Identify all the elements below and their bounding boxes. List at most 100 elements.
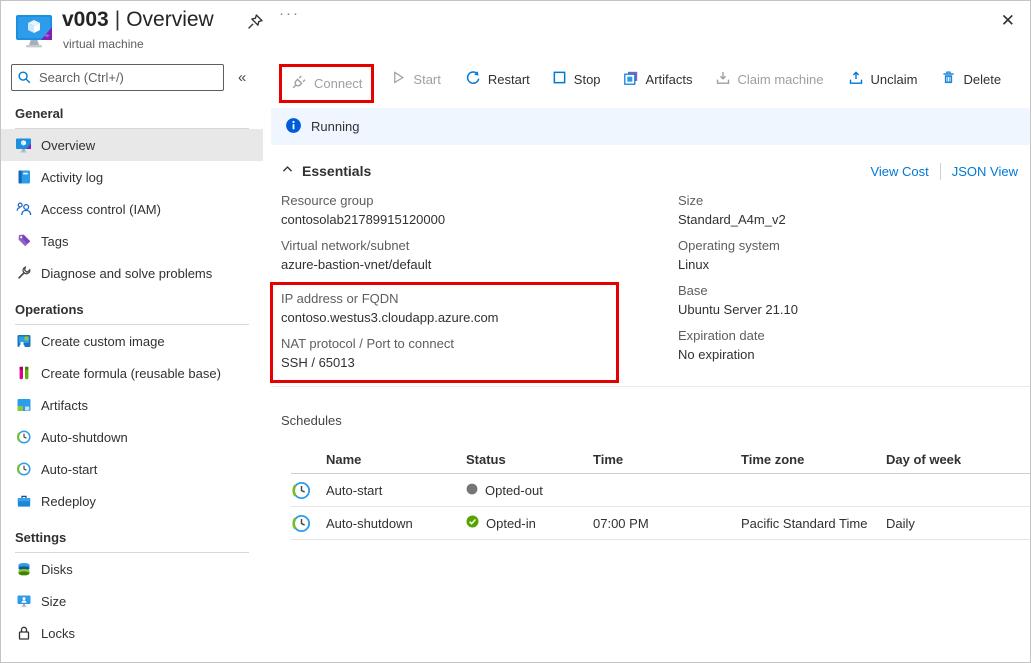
field-virtual-network: Virtual network/subnet azure-bastion-vne… — [281, 237, 678, 274]
schedules-header-row: Name Status Time Time zone Day of week — [291, 445, 1030, 474]
json-view-link[interactable]: JSON View — [952, 164, 1018, 179]
custom-image-icon — [15, 333, 32, 350]
search-box — [11, 64, 224, 91]
sidebar-item-auto-start[interactable]: Auto-start — [1, 453, 263, 485]
unclaim-icon — [848, 70, 864, 89]
sidebar-item-disks[interactable]: Disks — [1, 553, 263, 585]
ip-fqdn-value: contoso.westus3.cloudapp.azure.com — [281, 308, 608, 327]
essentials-divider — [271, 386, 1030, 387]
col-timezone: Time zone — [741, 452, 886, 467]
col-time: Time — [593, 452, 741, 467]
section-operations: Operations — [15, 289, 249, 325]
nat-protocol-value: SSH / 65013 — [281, 353, 608, 372]
col-day-of-week: Day of week — [886, 452, 1030, 467]
col-status: Status — [466, 452, 593, 467]
tags-icon — [15, 233, 32, 250]
virtual-machine-icon — [14, 12, 56, 55]
sidebar-item-access-control[interactable]: Access control (IAM) — [1, 193, 263, 225]
sidebar-item-activity-log[interactable]: Activity log — [1, 161, 263, 193]
field-expiration-date: Expiration date No expiration — [678, 327, 1030, 364]
overview-icon — [15, 137, 32, 154]
wrench-icon — [15, 265, 32, 282]
schedule-day: Daily — [886, 516, 1030, 531]
status-badge: Opted-in — [486, 516, 536, 531]
delete-button[interactable]: Delete — [932, 63, 1010, 95]
collapse-sidebar-icon[interactable]: « — [238, 69, 246, 86]
stop-label: Stop — [574, 72, 601, 87]
start-icon — [391, 70, 406, 88]
sidebar-item-redeploy[interactable]: Redeploy — [1, 485, 263, 517]
view-cost-link[interactable]: View Cost — [870, 164, 928, 179]
schedule-time: 07:00 PM — [593, 516, 741, 531]
sidebar-item-size[interactable]: Size — [1, 585, 263, 617]
resource-group-link[interactable]: contosolab21789915120000 — [281, 210, 678, 229]
field-label: IP address or FQDN — [281, 290, 608, 308]
expiration-value: No expiration — [678, 345, 1030, 364]
pin-icon[interactable] — [246, 13, 264, 34]
opted-out-dot-icon — [466, 483, 478, 498]
table-row-auto-shutdown[interactable]: Auto-shutdown Opted-in 07:00 PM Pacific … — [291, 507, 1030, 540]
activity-log-icon — [15, 169, 32, 186]
blade-header: v003|Overview virtual machine ··· ✕ — [1, 1, 1030, 59]
chevron-up-icon[interactable] — [281, 163, 294, 179]
stop-button[interactable]: Stop — [543, 63, 610, 95]
field-label: Operating system — [678, 237, 1030, 255]
claim-machine-button[interactable]: Claim machine — [706, 63, 833, 96]
field-label: Size — [678, 192, 1030, 210]
field-base: Base Ubuntu Server 21.10 — [678, 282, 1030, 319]
blade-content: Connect Start Restart — [271, 59, 1030, 662]
sidebar-item-artifacts[interactable]: Artifacts — [1, 389, 263, 421]
sidebar-item-label: Overview — [41, 138, 95, 153]
base-value: Ubuntu Server 21.10 — [678, 300, 1030, 319]
page-title: v003|Overview — [62, 8, 214, 32]
sidebar-item-label: Access control (IAM) — [41, 202, 161, 217]
sidebar-item-label: Create custom image — [41, 334, 165, 349]
close-icon[interactable]: ✕ — [1001, 11, 1015, 31]
restart-button[interactable]: Restart — [456, 63, 539, 96]
section-settings: Settings — [15, 517, 249, 553]
field-label: Virtual network/subnet — [281, 237, 678, 255]
opted-in-check-icon — [466, 515, 479, 531]
sidebar-item-overview[interactable]: Overview — [1, 129, 263, 161]
sidebar-item-label: Diagnose and solve problems — [41, 266, 212, 281]
virtual-network-link[interactable]: azure-bastion-vnet/default — [281, 255, 678, 274]
info-icon — [285, 117, 302, 137]
restart-icon — [465, 70, 481, 89]
sidebar-item-tags[interactable]: Tags — [1, 225, 263, 257]
sidebar-item-diagnose[interactable]: Diagnose and solve problems — [1, 257, 263, 289]
sidebar-item-locks[interactable]: Locks — [1, 617, 263, 649]
page-section-title: Overview — [126, 8, 214, 31]
sidebar-item-create-formula[interactable]: Create formula (reusable base) — [1, 357, 263, 389]
claim-machine-icon — [715, 70, 731, 89]
unclaim-label: Unclaim — [871, 72, 918, 87]
schedule-name: Auto-start — [326, 483, 466, 498]
vm-overview-blade: v003|Overview virtual machine ··· ✕ « — [0, 0, 1031, 663]
essentials-title[interactable]: Essentials — [302, 163, 371, 179]
field-label: Base — [678, 282, 1030, 300]
start-button[interactable]: Start — [382, 63, 449, 95]
disks-icon — [15, 561, 32, 578]
search-input[interactable] — [11, 64, 224, 91]
status-banner: Running — [271, 108, 1030, 145]
artifacts-icon — [15, 397, 32, 414]
clock-icon — [291, 480, 326, 501]
schedules-table: Name Status Time Time zone Day of week A… — [291, 445, 1030, 540]
sidebar-item-create-custom-image[interactable]: Create custom image — [1, 325, 263, 357]
artifacts-button[interactable]: Artifacts — [614, 63, 702, 96]
lock-icon — [15, 625, 32, 642]
sidebar-item-auto-shutdown[interactable]: Auto-shutdown — [1, 421, 263, 453]
size-icon — [15, 593, 32, 610]
connect-button[interactable]: Connect — [282, 67, 371, 100]
unclaim-button[interactable]: Unclaim — [839, 63, 927, 96]
formula-icon — [15, 365, 32, 382]
essentials-grid: Resource group contosolab21789915120000 … — [271, 192, 1030, 383]
more-options-icon[interactable]: ··· — [279, 5, 300, 22]
vm-status-text: Running — [311, 119, 359, 134]
sidebar-item-label: Activity log — [41, 170, 103, 185]
table-row-auto-start[interactable]: Auto-start Opted-out — [291, 474, 1030, 507]
start-label: Start — [413, 72, 440, 87]
field-label: Expiration date — [678, 327, 1030, 345]
status-badge: Opted-out — [485, 483, 543, 498]
essentials-header: Essentials View Cost JSON View — [271, 158, 1030, 184]
restart-label: Restart — [488, 72, 530, 87]
